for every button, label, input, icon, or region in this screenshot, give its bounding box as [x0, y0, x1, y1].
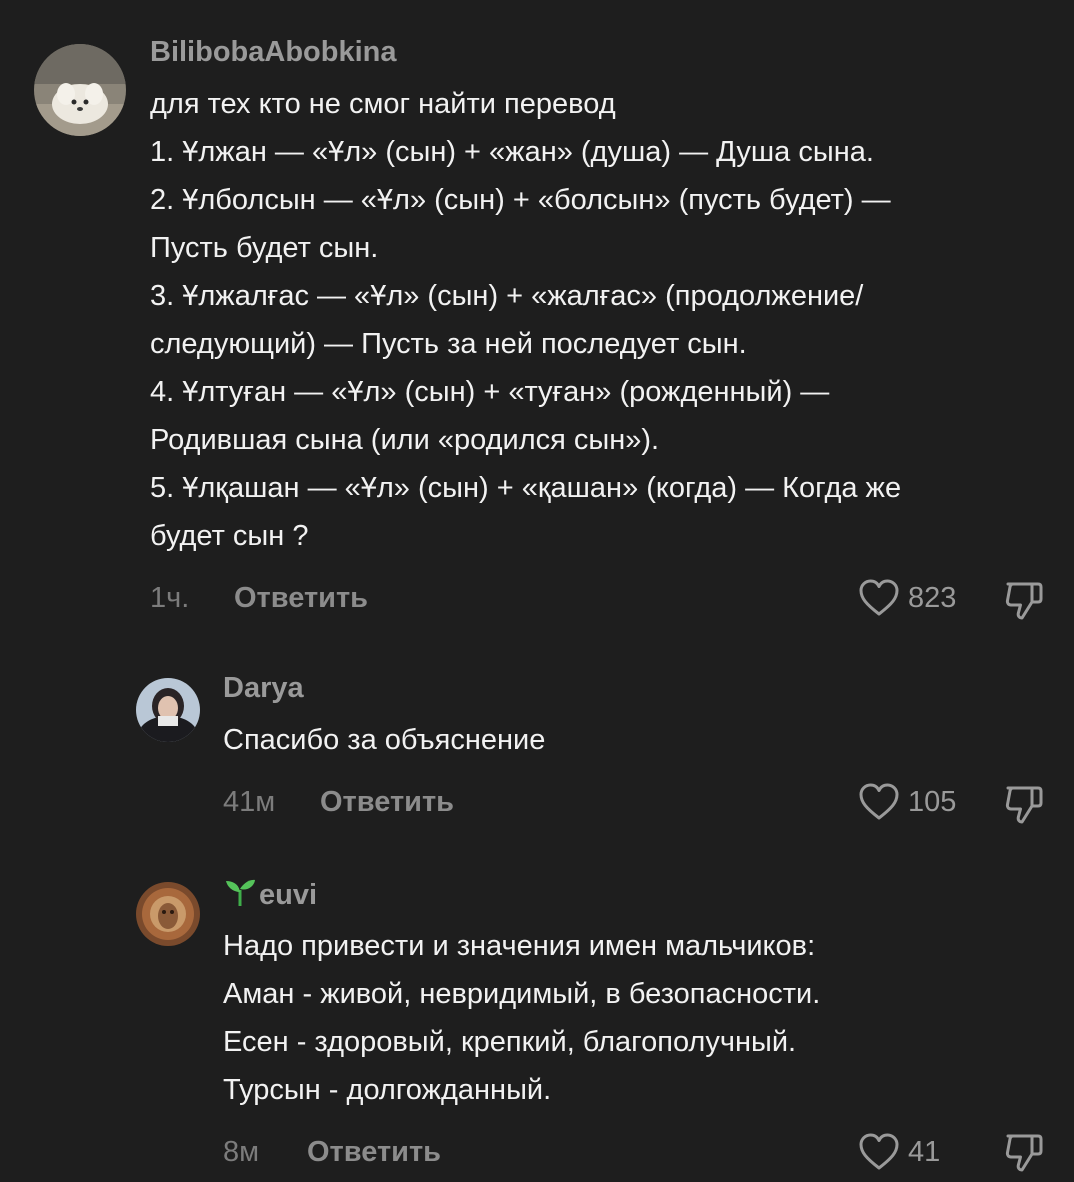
- like-count: 823: [908, 581, 957, 614]
- avatar[interactable]: [136, 882, 200, 946]
- dislike-button[interactable]: [1002, 578, 1046, 627]
- comment-text-line: 2. Ұлболсын — «Ұл» (сын) + «болсын» (пус…: [150, 184, 891, 216]
- comment-text: Надо привести и значения имен мальчиков:…: [223, 922, 820, 1114]
- sprout-icon: [226, 879, 255, 906]
- comment-text-line: Спасибо за объяснение: [223, 724, 546, 756]
- like-button[interactable]: 105: [858, 782, 956, 822]
- reply-button[interactable]: Ответить: [234, 582, 368, 615]
- dislike-button[interactable]: [1002, 1130, 1046, 1179]
- comment-timestamp: 41м: [223, 785, 276, 818]
- comment-username[interactable]: euvi: [223, 876, 317, 912]
- heart-outline-icon: [859, 579, 899, 616]
- thumbs-down-outline-icon: [1005, 1134, 1043, 1172]
- comment-username-text: euvi: [259, 879, 318, 911]
- like-button[interactable]: 823: [858, 578, 956, 618]
- comment-meta: 1ч. Ответить: [150, 578, 368, 618]
- comment-meta: 41м Ответить: [223, 782, 454, 822]
- like-button[interactable]: 41: [858, 1132, 940, 1172]
- heart-outline-icon: [859, 783, 899, 820]
- comment-text-line: Надо привести и значения имен мальчиков:: [223, 930, 816, 962]
- reply-button[interactable]: Ответить: [320, 786, 454, 819]
- comment-meta: 8м Ответить: [223, 1132, 441, 1172]
- like-count: 41: [908, 1135, 941, 1168]
- comment-text: для тех кто не смог найти перевод 1. Ұлж…: [150, 80, 901, 560]
- comment-text-line: Аман - живой, невридимый, в безопасности…: [223, 978, 821, 1010]
- thumbs-down-outline-icon: [1005, 786, 1043, 824]
- comment-text-line: 3. Ұлжалғас — «Ұл» (сын) + «жалғас» (про…: [150, 280, 864, 312]
- avatar[interactable]: [136, 678, 200, 742]
- comment-text-line: Есен - здоровый, крепкий, благополучный.: [223, 1026, 797, 1058]
- reply-button[interactable]: Ответить: [307, 1136, 441, 1169]
- avatar[interactable]: [34, 44, 126, 136]
- comment-text-line: для тех кто не смог найти перевод: [150, 88, 616, 120]
- comment-text-line: следующий) — Пусть за ней последует сын.: [150, 328, 747, 360]
- comment-text-line: 4. Ұлтуған — «Ұл» (сын) + «туған» (рожде…: [150, 376, 830, 408]
- comment-timestamp: 8м: [223, 1135, 260, 1168]
- comment-text-line: Пусть будет сын.: [150, 232, 379, 264]
- comment-text-line: будет сын ?: [150, 520, 309, 552]
- dislike-button[interactable]: [1002, 782, 1046, 831]
- heart-outline-icon: [859, 1133, 899, 1170]
- comment-text-line: 5. Ұлқашан — «Ұл» (сын) + «қашан» (когда…: [150, 472, 902, 504]
- comment-text-line: Турсын - долгожданный.: [223, 1074, 552, 1106]
- comment-text-line: 1. Ұлжан — «Ұл» (сын) + «жан» (душа) — Д…: [150, 136, 874, 168]
- like-count: 105: [908, 785, 957, 818]
- comment-timestamp: 1ч.: [150, 581, 190, 614]
- comment-username[interactable]: BilibobaAbobkina: [150, 36, 397, 69]
- comment-text-line: Родившая сына (или «родился сын»).: [150, 424, 660, 456]
- comment-username[interactable]: Darya: [223, 672, 304, 705]
- thumbs-down-outline-icon: [1005, 582, 1043, 620]
- comment-text: Спасибо за объяснение: [223, 716, 545, 764]
